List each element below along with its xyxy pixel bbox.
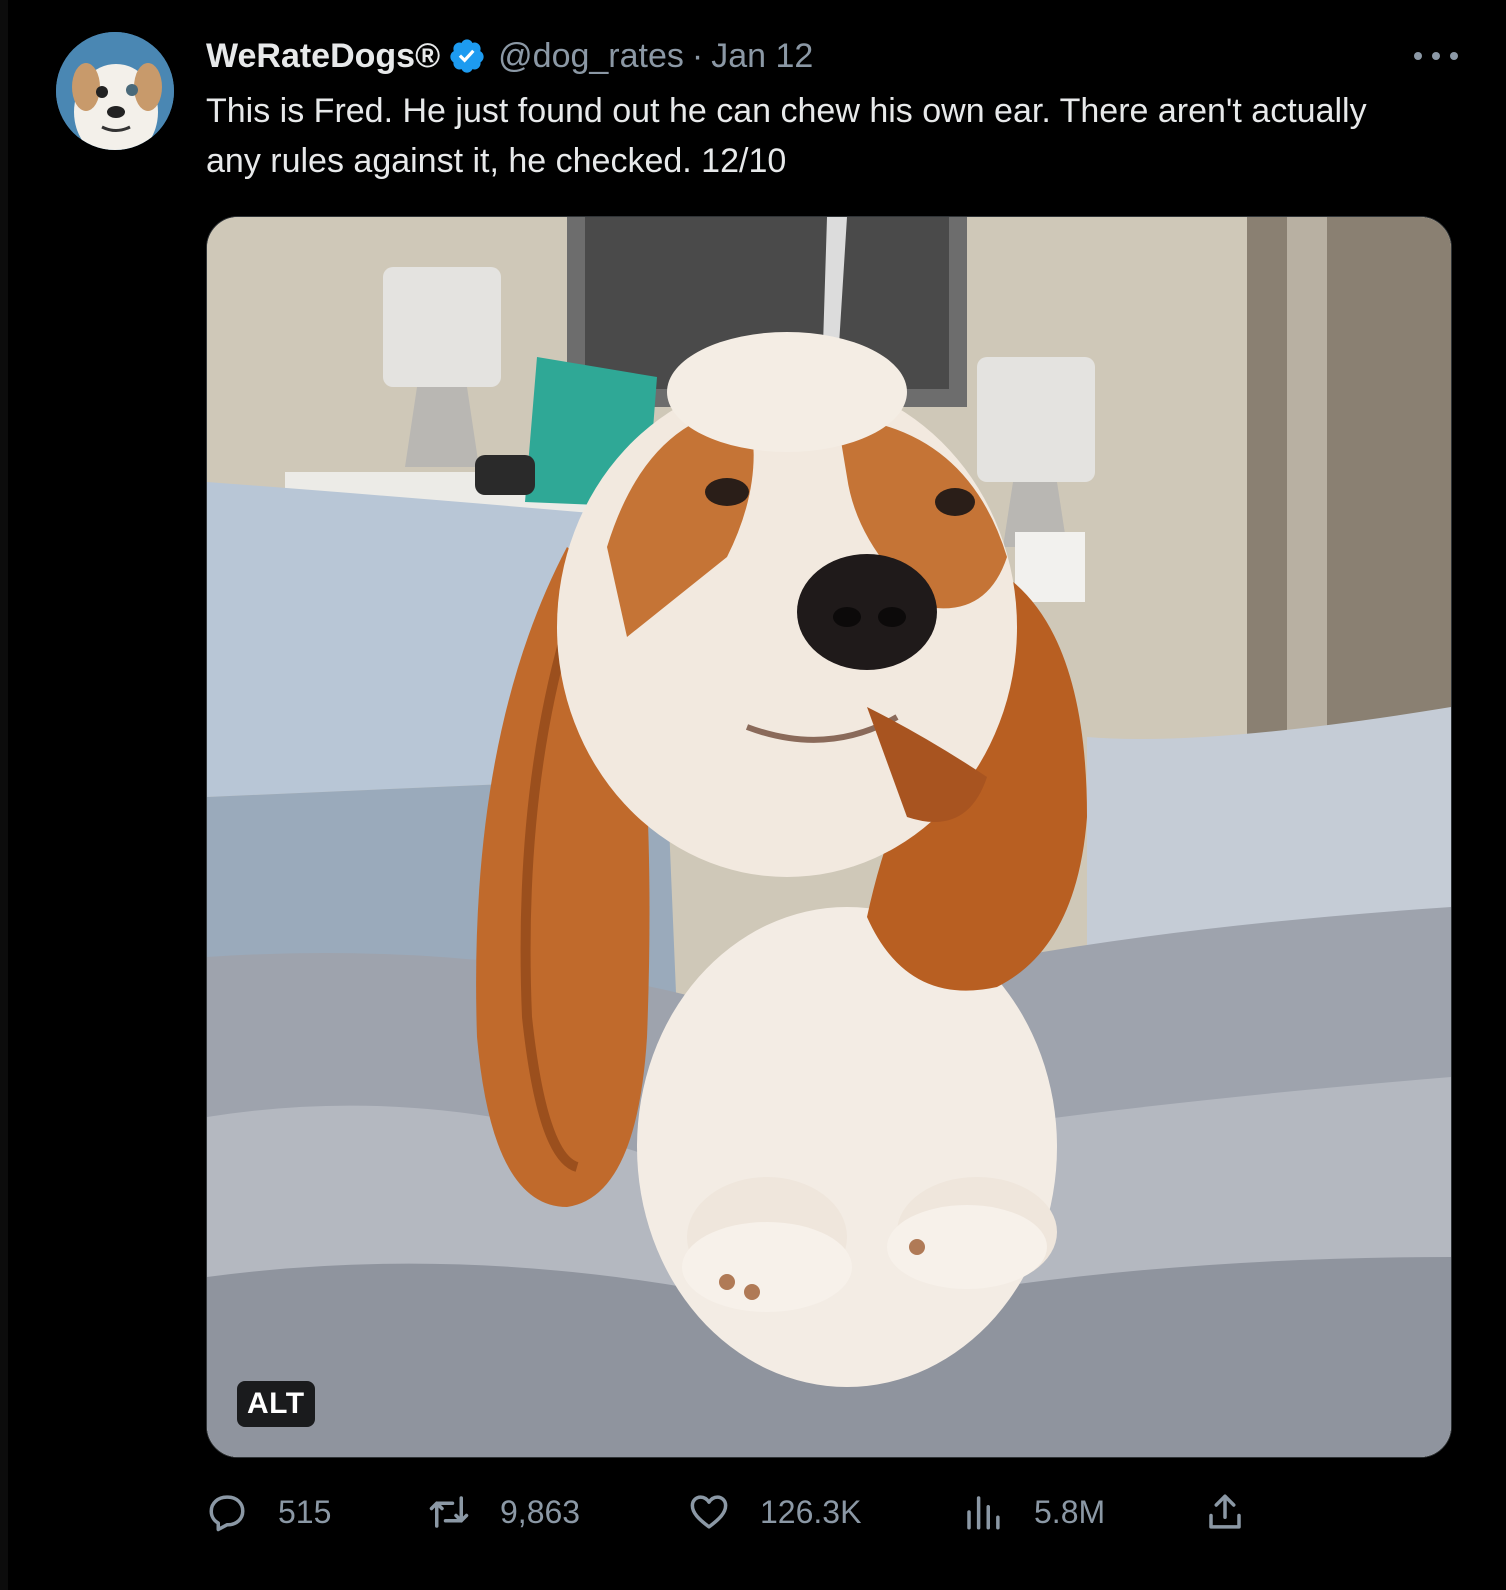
retweet-icon	[429, 1496, 469, 1528]
like-count: 126.3K	[760, 1493, 862, 1530]
verified-badge-icon	[450, 39, 484, 73]
views-chart-icon	[967, 1496, 1000, 1530]
like-button[interactable]: 126.3K	[688, 1486, 861, 1538]
tweet-card[interactable]: WeRateDogs® @dog_rates · Jan 12 This is …	[0, 0, 1506, 1590]
alt-text-badge[interactable]: ALT	[237, 1381, 315, 1427]
tweet-actions-bar: 515 9,863 126.3K 5.8M	[206, 1486, 1266, 1538]
retweet-button[interactable]: 9,863	[428, 1486, 580, 1538]
views-count: 5.8M	[1034, 1493, 1106, 1530]
tweet-header: WeRateDogs® @dog_rates · Jan 12	[206, 36, 813, 76]
share-icon	[1209, 1494, 1241, 1529]
author-name[interactable]: WeRateDogs®	[206, 37, 440, 76]
more-options-icon[interactable]	[1414, 38, 1458, 74]
dog-avatar-image	[56, 32, 174, 150]
reply-button[interactable]: 515	[206, 1486, 331, 1538]
author-avatar[interactable]	[56, 32, 174, 150]
author-handle[interactable]: @dog_rates	[498, 37, 684, 76]
views-button[interactable]: 5.8M	[962, 1486, 1105, 1538]
separator-dot: ·	[691, 36, 704, 75]
tweet-date[interactable]: Jan 12	[711, 37, 813, 76]
share-button[interactable]	[1204, 1486, 1276, 1538]
tweet-text: This is Fred. He just found out he can c…	[206, 92, 1367, 180]
retweet-count: 9,863	[500, 1493, 581, 1530]
basset-hound-puppy-photo	[207, 217, 1451, 1457]
heart-icon	[690, 1495, 728, 1529]
reply-count: 515	[278, 1493, 332, 1530]
reply-icon	[209, 1495, 245, 1532]
tweet-media-photo[interactable]: ALT	[206, 216, 1452, 1458]
